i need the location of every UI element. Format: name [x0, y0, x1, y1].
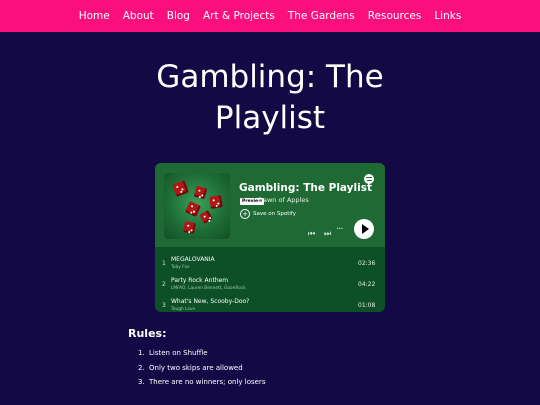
track-duration: 01:08 [358, 302, 376, 309]
save-label: Save on Spotify [253, 211, 296, 217]
rules-list: 1. Listen on Shuffle 2. Only two skips a… [138, 349, 265, 393]
top-nav: Home About Blog Art & Projects The Garde… [0, 0, 540, 32]
track-name: What's New, Scooby-Doo? [171, 298, 250, 305]
track-duration: 02:36 [358, 260, 376, 267]
track-artists: LMFAO, Lauren Bennett, GoonRock [171, 286, 246, 291]
track-number: 3 [162, 302, 166, 309]
rule-item: 2. Only two skips are allowed [138, 364, 265, 379]
track-row[interactable]: 1 MEGALOVANIA Toby Fox 02:36 [155, 253, 385, 273]
plus-circle-icon: + [240, 209, 250, 219]
page-title-line2: Playlist [214, 100, 326, 136]
track-row[interactable]: 2 Party Rock Anthem LMFAO, Lauren Bennet… [155, 274, 385, 294]
play-button[interactable] [354, 219, 374, 239]
spotify-logo-icon[interactable] [364, 174, 374, 184]
track-row[interactable]: 3 What's New, Scooby-Doo? Tough Love 01:… [155, 295, 385, 312]
track-number: 2 [162, 281, 166, 288]
rule-number: 1. [138, 349, 145, 357]
playlist-artist[interactable]: Dawn of Apples [258, 196, 309, 204]
rule-text: There are no winners; only losers [149, 378, 266, 386]
more-options-icon[interactable]: ··· [336, 224, 343, 235]
nav-blog[interactable]: Blog [167, 10, 190, 22]
nav-resources[interactable]: Resources [368, 10, 422, 22]
playlist-cover-image[interactable] [164, 173, 230, 239]
rules-heading: Rules: [128, 327, 167, 340]
page-title: Gambling: The Playlist [0, 57, 540, 139]
page-title-line1: Gambling: The [156, 59, 384, 95]
nav-about[interactable]: About [123, 10, 154, 22]
playlist-title[interactable]: Gambling: The Playlist [239, 182, 372, 194]
skip-next-icon[interactable]: ⏭ [324, 229, 331, 239]
track-artists: Toby Fox [171, 265, 190, 270]
track-artists: Tough Love [171, 307, 196, 312]
rule-text: Listen on Shuffle [149, 349, 208, 357]
track-number: 1 [162, 260, 166, 267]
rule-item: 3. There are no winners; only losers [138, 378, 265, 393]
nav-home[interactable]: Home [79, 10, 110, 22]
rule-item: 1. Listen on Shuffle [138, 349, 265, 364]
nav-links[interactable]: Links [434, 10, 461, 22]
track-duration: 04:22 [358, 281, 376, 288]
rule-number: 3. [138, 378, 145, 386]
track-name: MEGALOVANIA [171, 256, 215, 263]
nav-art-projects[interactable]: Art & Projects [203, 10, 275, 22]
skip-previous-icon[interactable]: ⏮ [308, 229, 315, 239]
save-on-spotify-button[interactable]: + Save on Spotify [240, 209, 296, 219]
nav-the-gardens[interactable]: The Gardens [288, 10, 355, 22]
rule-text: Only two skips are allowed [149, 363, 243, 372]
rule-number: 2. [138, 363, 145, 372]
track-name: Party Rock Anthem [171, 277, 229, 284]
spotify-embed: Gambling: The Playlist Preview Dawn of A… [155, 163, 385, 312]
